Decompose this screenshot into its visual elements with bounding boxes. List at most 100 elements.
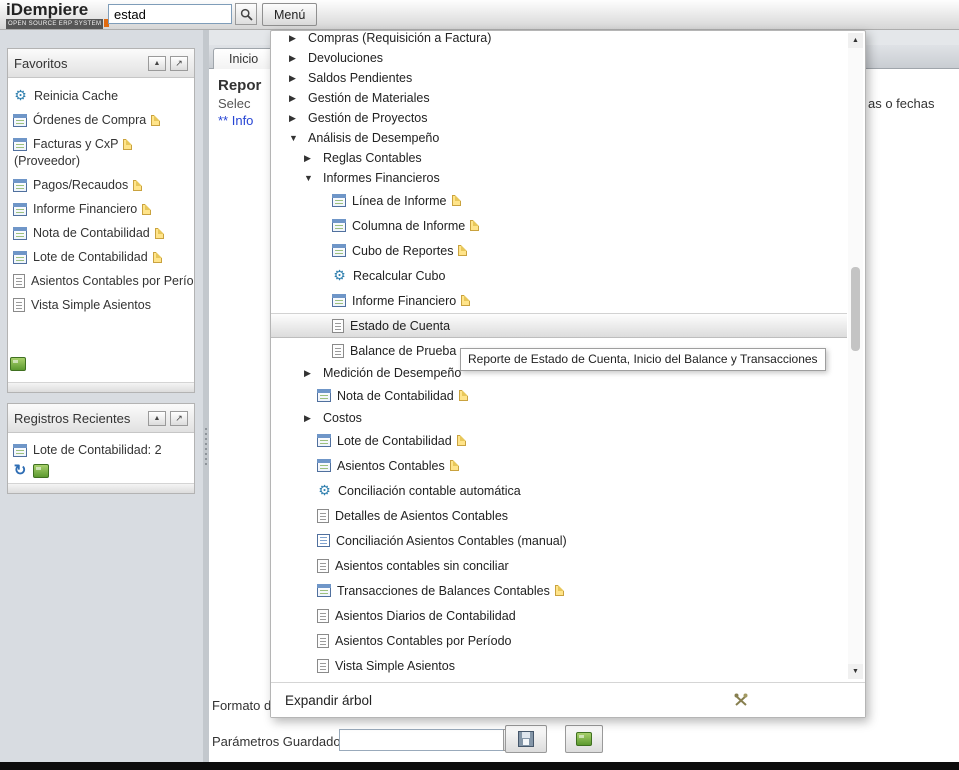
tree-expanded-icon[interactable]: ▼	[304, 173, 318, 183]
expand-tree-label[interactable]: Expandir árbol	[285, 693, 372, 708]
menu-item[interactable]: Columna de Informe	[271, 213, 847, 238]
detach-panel-button[interactable]	[170, 56, 188, 71]
window-icon	[13, 179, 27, 192]
new-record-icon[interactable]	[133, 180, 142, 191]
sidebar-item[interactable]: Vista Simple Asientos	[12, 293, 190, 317]
info-link[interactable]: ** Info	[218, 113, 253, 128]
favorites-title: Favoritos	[14, 56, 144, 71]
sidebar-item-label: Lote de Contabilidad: 2	[33, 443, 162, 457]
sidebar-item-label: Informe Financiero	[33, 202, 137, 216]
green-box-icon[interactable]	[33, 464, 49, 478]
menu-item[interactable]: ▼Análisis de Desempeño	[271, 128, 847, 148]
menu-item[interactable]: Nota de Contabilidad	[271, 383, 847, 408]
new-record-icon[interactable]	[470, 220, 479, 231]
popup-scrollbar[interactable]	[848, 33, 863, 679]
menu-item[interactable]: ▼Informes Financieros	[271, 168, 847, 188]
menu-item-label: Devoluciones	[308, 51, 383, 65]
menu-item[interactable]: Lote de Contabilidad	[271, 428, 847, 453]
menu-item[interactable]: Conciliación Asientos Contables (manual)	[271, 528, 847, 553]
scroll-down-icon[interactable]	[848, 664, 863, 679]
sidebar-item[interactable]: Facturas y CxP(Proveedor)	[12, 132, 190, 173]
new-record-icon[interactable]	[450, 460, 459, 471]
report-subtitle-right: as o fechas	[868, 96, 935, 111]
new-record-icon[interactable]	[461, 295, 470, 306]
search-button[interactable]	[235, 3, 257, 25]
tree-collapsed-icon[interactable]: ▶	[304, 413, 318, 424]
menu-item[interactable]: Informe Financiero	[271, 288, 847, 313]
new-record-icon[interactable]	[153, 252, 162, 263]
menu-item[interactable]: ▶Gestión de Materiales	[271, 88, 847, 108]
menu-item[interactable]: Asientos contables sin conciliar	[271, 553, 847, 578]
menu-item[interactable]: Conciliación contable automática	[271, 478, 847, 503]
new-record-icon[interactable]	[151, 115, 160, 126]
menu-item[interactable]: Vista Simple Asientos	[271, 653, 847, 678]
sidebar-item-row: Nota de Contabilidad	[13, 226, 189, 240]
menu-item-label: Balance de Prueba	[350, 344, 456, 358]
refresh-icon[interactable]	[12, 463, 28, 479]
menu-item[interactable]: Recalcular Cubo	[271, 263, 847, 288]
new-record-icon[interactable]	[458, 245, 467, 256]
new-record-icon[interactable]	[555, 585, 564, 596]
tab-inicio[interactable]: Inicio	[213, 48, 274, 69]
menu-item-label: Medición de Desempeño	[323, 366, 461, 380]
export-params-button[interactable]	[565, 725, 603, 753]
tree-collapsed-icon[interactable]: ▶	[289, 53, 303, 64]
sidebar-item[interactable]: Órdenes de Compra	[12, 108, 190, 132]
new-record-icon[interactable]	[142, 204, 151, 215]
app-title: iDempiere	[6, 1, 109, 19]
menu-item-label: Detalles de Asientos Contables	[335, 509, 508, 523]
tree-collapsed-icon[interactable]: ▶	[304, 368, 318, 379]
menu-item[interactable]: Asientos Contables	[271, 453, 847, 478]
window-icon	[13, 203, 27, 216]
sidebar-item[interactable]: Reinicia Cache	[12, 83, 190, 108]
menu-item[interactable]: Transacciones de Balances Contables	[271, 578, 847, 603]
menu-item[interactable]: Asientos Contables por Período	[271, 628, 847, 653]
tree-collapsed-icon[interactable]: ▶	[289, 93, 303, 104]
sidebar-item[interactable]: Lote de Contabilidad	[12, 245, 190, 269]
menu-item[interactable]: Detalles de Asientos Contables	[271, 503, 847, 528]
menu-item[interactable]: Asientos Diarios de Contabilidad	[271, 603, 847, 628]
saved-params-input[interactable]	[339, 729, 503, 751]
save-params-button[interactable]	[505, 725, 547, 753]
new-record-icon[interactable]	[457, 435, 466, 446]
collapse-panel-button[interactable]	[148, 56, 166, 71]
new-record-icon[interactable]	[155, 228, 164, 239]
window-icon	[13, 138, 27, 151]
menu-item[interactable]: Cubo de Reportes	[271, 238, 847, 263]
scroll-up-icon[interactable]	[848, 33, 863, 48]
menu-item[interactable]: Estado de Cuenta	[271, 313, 847, 338]
sidebar-item[interactable]: Nota de Contabilidad	[12, 221, 190, 245]
collapse-panel-button[interactable]	[148, 411, 166, 426]
menu-item[interactable]: ▶Saldos Pendientes	[271, 68, 847, 88]
menu-item[interactable]: ▶Gestión de Proyectos	[271, 108, 847, 128]
sidebar-item-row: Pagos/Recaudos	[13, 178, 189, 192]
menu-item[interactable]: ▶ Devoluciones	[271, 48, 847, 68]
menu-item[interactable]: ▶Reglas Contables	[271, 148, 847, 168]
tab-label: Inicio	[229, 52, 258, 66]
menu-item[interactable]: ▶Compras (Requisición a Factura)	[271, 31, 847, 48]
sidebar-item-label: Pagos/Recaudos	[33, 178, 128, 192]
new-record-icon[interactable]	[452, 195, 461, 206]
sidebar-item[interactable]: Pagos/Recaudos	[12, 173, 190, 197]
menu-item[interactable]: Línea de Informe	[271, 188, 847, 213]
tree-expanded-icon[interactable]: ▼	[289, 133, 303, 143]
menu-item-label: Asientos Diarios de Contabilidad	[335, 609, 516, 623]
favorites-drop-target[interactable]	[10, 357, 192, 376]
sidebar-item[interactable]: Lote de Contabilidad: 2	[12, 438, 190, 461]
sidebar-item[interactable]: Asientos Contables por Período	[12, 269, 190, 293]
sidebar-item[interactable]: Informe Financiero	[12, 197, 190, 221]
menu-item-label: Línea de Informe	[352, 194, 447, 208]
menu-button[interactable]: Menú	[262, 3, 317, 26]
menu-item[interactable]: ▶Costos	[271, 408, 847, 428]
global-search-input[interactable]	[108, 4, 232, 24]
tree-tools-button[interactable]	[733, 692, 749, 711]
detach-panel-button[interactable]	[170, 411, 188, 426]
tree-collapsed-icon[interactable]: ▶	[289, 73, 303, 84]
sidebar-item-label: Vista Simple Asientos	[31, 298, 151, 312]
new-record-icon[interactable]	[459, 390, 468, 401]
scrollbar-thumb[interactable]	[851, 267, 860, 351]
new-record-icon[interactable]	[123, 139, 132, 150]
tree-collapsed-icon[interactable]: ▶	[289, 113, 303, 124]
tree-collapsed-icon[interactable]: ▶	[304, 153, 318, 164]
tree-collapsed-icon[interactable]: ▶	[289, 33, 303, 44]
